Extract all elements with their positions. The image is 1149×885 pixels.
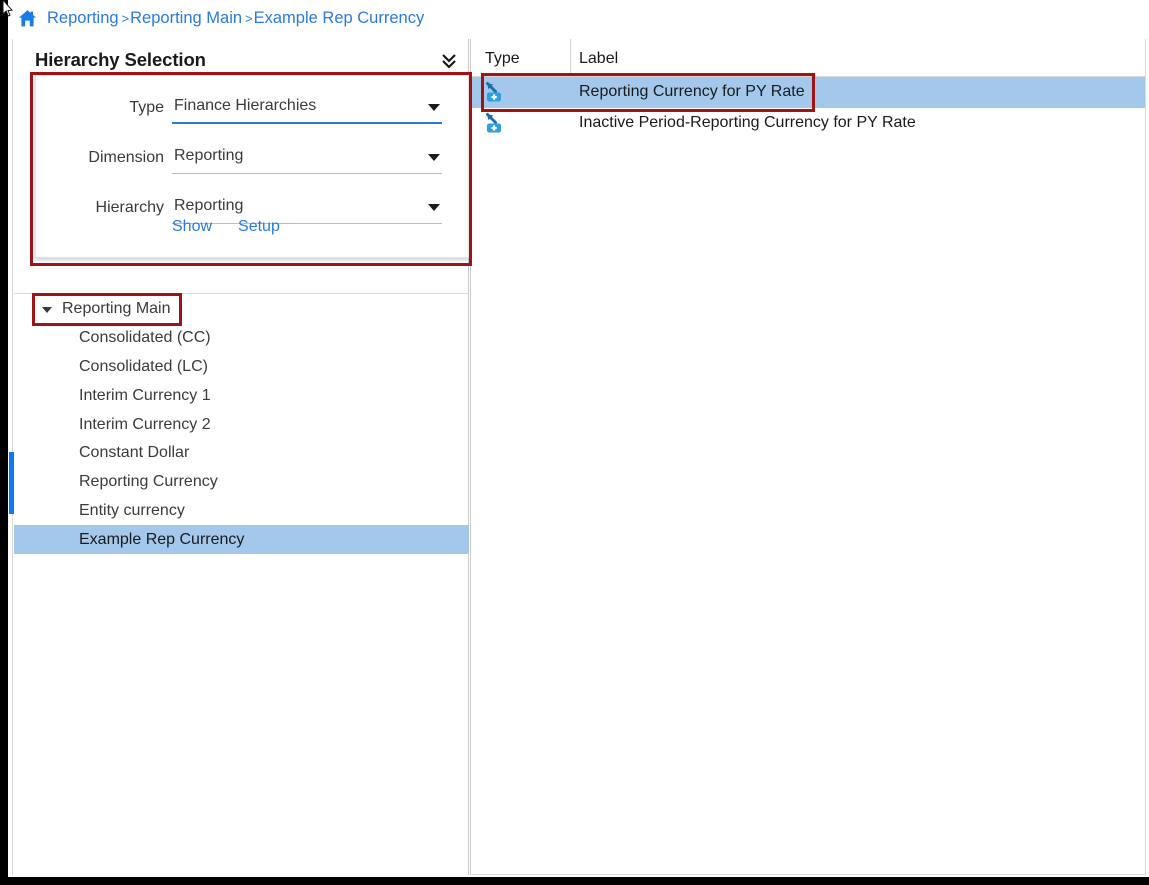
field-underline [172, 122, 442, 124]
triangle-down-icon[interactable] [42, 307, 52, 313]
content-area: Hierarchy Selection Type Finance Hierarc… [8, 37, 1149, 877]
column-header-label[interactable]: Label [579, 50, 618, 68]
panel-title: Hierarchy Selection [35, 49, 206, 70]
add-member-icon[interactable] [484, 112, 508, 136]
hierarchy-selection-pane: Hierarchy Selection Type Finance Hierarc… [12, 39, 469, 875]
grid-row-label: Inactive Period-Reporting Currency for P… [579, 114, 916, 131]
setup-link[interactable]: Setup [238, 218, 280, 236]
tree-node-item[interactable]: Consolidated (CC) [14, 324, 469, 353]
field-row-dimension: Dimension Reporting [36, 140, 468, 184]
hierarchy-actions: Show Setup [172, 218, 280, 236]
field-label-hierarchy: Hierarchy [95, 199, 164, 216]
hierarchy-tree: Reporting Main Consolidated (CC) Consoli… [14, 295, 469, 555]
tree-node-label: Reporting Currency [79, 473, 218, 491]
home-icon[interactable] [18, 9, 37, 28]
breadcrumb-item-reporting-main[interactable]: Reporting Main [130, 10, 242, 27]
tree-node-label: Interim Currency 1 [79, 386, 211, 404]
tree-node-item[interactable]: Interim Currency 1 [14, 381, 469, 410]
field-underline [172, 173, 442, 174]
tree-node-label: Entity currency [79, 501, 185, 519]
field-label-dimension: Dimension [88, 149, 164, 166]
hierarchy-dropdown-value: Reporting [174, 197, 244, 214]
tree-node-item[interactable]: Entity currency [14, 497, 469, 526]
dimension-dropdown[interactable]: Reporting [172, 144, 442, 174]
double-chevron-down-icon[interactable] [441, 53, 457, 69]
grid-header: Type Label [471, 39, 1145, 77]
breadcrumb-item-example-rep-currency[interactable]: Example Rep Currency [254, 10, 425, 27]
tree-node-label: Constant Dollar [79, 444, 190, 462]
breadcrumb: Reporting > Reporting Main > Example Rep… [8, 0, 1149, 37]
members-grid-pane: Type Label Reporting Currency for PY Rat… [470, 39, 1146, 875]
show-link[interactable]: Show [172, 218, 212, 236]
tree-node-item[interactable]: Interim Currency 2 [14, 410, 469, 439]
column-header-type[interactable]: Type [485, 50, 520, 68]
panel-divider [14, 293, 469, 294]
tree-node-label: Interim Currency 2 [79, 415, 211, 433]
tree-node-item[interactable]: Constant Dollar [14, 439, 469, 468]
tree-node-label: Example Rep Currency [79, 530, 245, 548]
type-dropdown[interactable]: Finance Hierarchies [172, 94, 442, 124]
type-dropdown-value: Finance Hierarchies [174, 97, 317, 114]
tree-node-label: Reporting Main [62, 300, 171, 318]
breadcrumb-separator: > [121, 11, 130, 26]
tree-node-root[interactable]: Reporting Main [14, 295, 469, 324]
breadcrumb-separator: > [245, 11, 253, 26]
application-window: Reporting > Reporting Main > Example Rep… [8, 0, 1149, 877]
dimension-dropdown-value: Reporting [174, 147, 244, 164]
page-scrollbar-thumb[interactable] [9, 452, 14, 514]
grid-row[interactable]: Reporting Currency for PY Rate [471, 77, 1145, 108]
tree-node-item-selected[interactable]: Example Rep Currency [14, 525, 469, 555]
column-divider[interactable] [570, 39, 571, 76]
breadcrumb-item-reporting[interactable]: Reporting [47, 10, 119, 27]
tree-node-item[interactable]: Consolidated (LC) [14, 353, 469, 382]
hierarchy-selection-card: Type Finance Hierarchies Dimension Repor… [35, 75, 469, 258]
field-row-type: Type Finance Hierarchies [36, 90, 468, 134]
tree-node-item[interactable]: Reporting Currency [14, 468, 469, 497]
field-label-type: Type [129, 99, 164, 116]
grid-row-label: Reporting Currency for PY Rate [579, 83, 805, 100]
tree-node-label: Consolidated (LC) [79, 357, 208, 375]
chevron-down-icon[interactable] [428, 204, 440, 211]
chevron-down-icon[interactable] [428, 104, 440, 111]
tree-node-label: Consolidated (CC) [79, 329, 211, 347]
add-member-icon[interactable] [484, 81, 508, 105]
chevron-down-icon[interactable] [428, 154, 440, 161]
grid-row[interactable]: Inactive Period-Reporting Currency for P… [471, 108, 1145, 139]
